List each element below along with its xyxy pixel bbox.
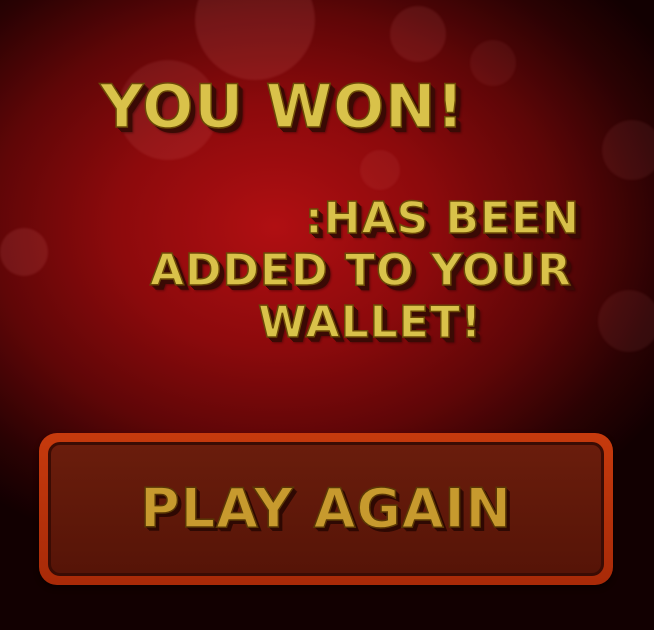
bokeh-light <box>0 228 48 276</box>
win-message-line-3: WALLET! <box>257 296 482 349</box>
bokeh-light <box>598 290 654 352</box>
play-again-label: PLAY AGAIN <box>139 477 512 540</box>
win-message: :HAS BEEN ADDED TO YOUR WALLET! <box>100 192 580 349</box>
bokeh-light <box>360 150 400 190</box>
win-message-line-2: ADDED TO YOUR <box>149 244 572 297</box>
bokeh-light <box>195 0 315 80</box>
play-again-button[interactable]: PLAY AGAIN <box>39 433 613 585</box>
win-message-line-1: :HAS BEEN <box>304 192 580 245</box>
play-again-button-face[interactable]: PLAY AGAIN <box>48 442 604 576</box>
bokeh-light <box>602 120 654 180</box>
win-title: YOU WON! <box>99 71 465 143</box>
bokeh-light <box>390 6 446 62</box>
